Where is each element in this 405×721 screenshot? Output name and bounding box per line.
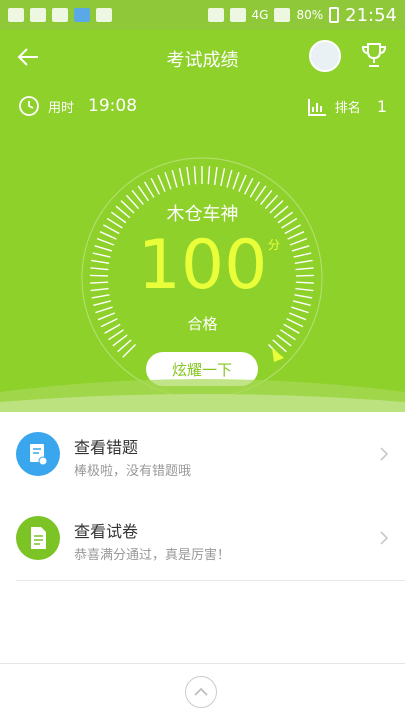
chevron-up-icon — [186, 677, 216, 707]
chevron-right-icon — [379, 530, 389, 546]
signal-cast-icon — [52, 8, 68, 22]
chevron-right-icon — [379, 446, 389, 462]
list-item-subtitle: 棒极啦，没有错题哦 — [74, 460, 191, 479]
time-label: 用时 — [48, 97, 74, 116]
mail-icon — [30, 8, 46, 22]
gauge-tick — [145, 182, 154, 197]
grade-label: 合格 — [0, 313, 405, 334]
action-list: 查看错题 棒极啦，没有错题哦 查看试卷 恭喜满分通过，真是厉害！ — [0, 412, 405, 581]
exam-paper-icon — [16, 516, 60, 560]
gauge-tick — [239, 175, 246, 192]
gauge-tick — [291, 307, 308, 313]
gauge-tick — [113, 335, 127, 346]
gauge-tick — [151, 178, 159, 194]
user-name: 木仓车神 — [0, 200, 405, 226]
gauge-pointer — [272, 348, 284, 362]
alarm-icon — [208, 8, 224, 22]
cell-signal-icon — [274, 8, 290, 22]
network-type: 4G — [252, 8, 269, 22]
page-title: 考试成绩 — [0, 46, 405, 72]
gauge-tick — [208, 166, 209, 184]
battery-icon — [329, 7, 339, 23]
gauge-tick — [277, 335, 291, 346]
score-header: 考试成绩 用时 19:08 排名 1 木仓车神 100 分 合格 炫耀一下 — [0, 30, 405, 412]
time-used: 用时 19:08 — [18, 95, 137, 117]
gauge-tick — [245, 178, 253, 194]
gauge-tick — [95, 307, 112, 313]
gauge-tick — [233, 172, 239, 189]
gauge-tick — [138, 186, 148, 201]
avatar[interactable] — [309, 40, 341, 72]
rank-label: 排名 — [335, 97, 361, 116]
header-wave — [0, 372, 405, 412]
score-value: 100 — [0, 228, 405, 304]
status-time: 21:54 — [345, 5, 397, 26]
gauge-tick — [256, 186, 266, 201]
gauge-tick — [221, 168, 225, 186]
n-icon — [96, 8, 112, 22]
bar-chart-icon — [307, 98, 327, 116]
list-item-title: 查看试卷 — [74, 518, 138, 542]
status-bar: 4G 80% 21:54 — [0, 0, 405, 30]
list-item-wrong-answers[interactable]: 查看错题 棒极啦，没有错题哦 — [16, 412, 405, 496]
gauge-tick — [215, 167, 217, 185]
app-s-icon — [74, 8, 90, 22]
gauge-tick — [180, 168, 184, 186]
time-value: 19:08 — [88, 96, 137, 116]
notification-plus-icon — [8, 8, 24, 22]
gauge-tick — [227, 170, 232, 187]
list-item-subtitle: 恭喜满分通过，真是厉害！ — [74, 544, 230, 563]
gauge-tick — [172, 170, 177, 187]
clock-icon — [18, 95, 40, 117]
gauge-tick — [187, 167, 189, 185]
bottom-bar — [0, 663, 405, 721]
list-item-exam-paper[interactable]: 查看试卷 恭喜满分通过，真是厉害！ — [16, 496, 405, 581]
gauge-tick — [165, 172, 171, 189]
score-unit: 分 — [268, 236, 280, 253]
list-item-title: 查看错题 — [74, 434, 138, 458]
trophy-icon[interactable] — [359, 40, 389, 70]
battery-percent: 80% — [296, 8, 323, 22]
gauge-tick — [194, 166, 195, 184]
gauge-tick — [250, 182, 259, 197]
rank-info: 排名 1 — [307, 97, 387, 116]
wifi-icon — [230, 8, 246, 22]
gauge-tick — [158, 175, 165, 192]
scroll-up-button[interactable] — [185, 676, 217, 708]
rank-value: 1 — [377, 97, 387, 116]
wrong-answers-icon — [16, 432, 60, 476]
